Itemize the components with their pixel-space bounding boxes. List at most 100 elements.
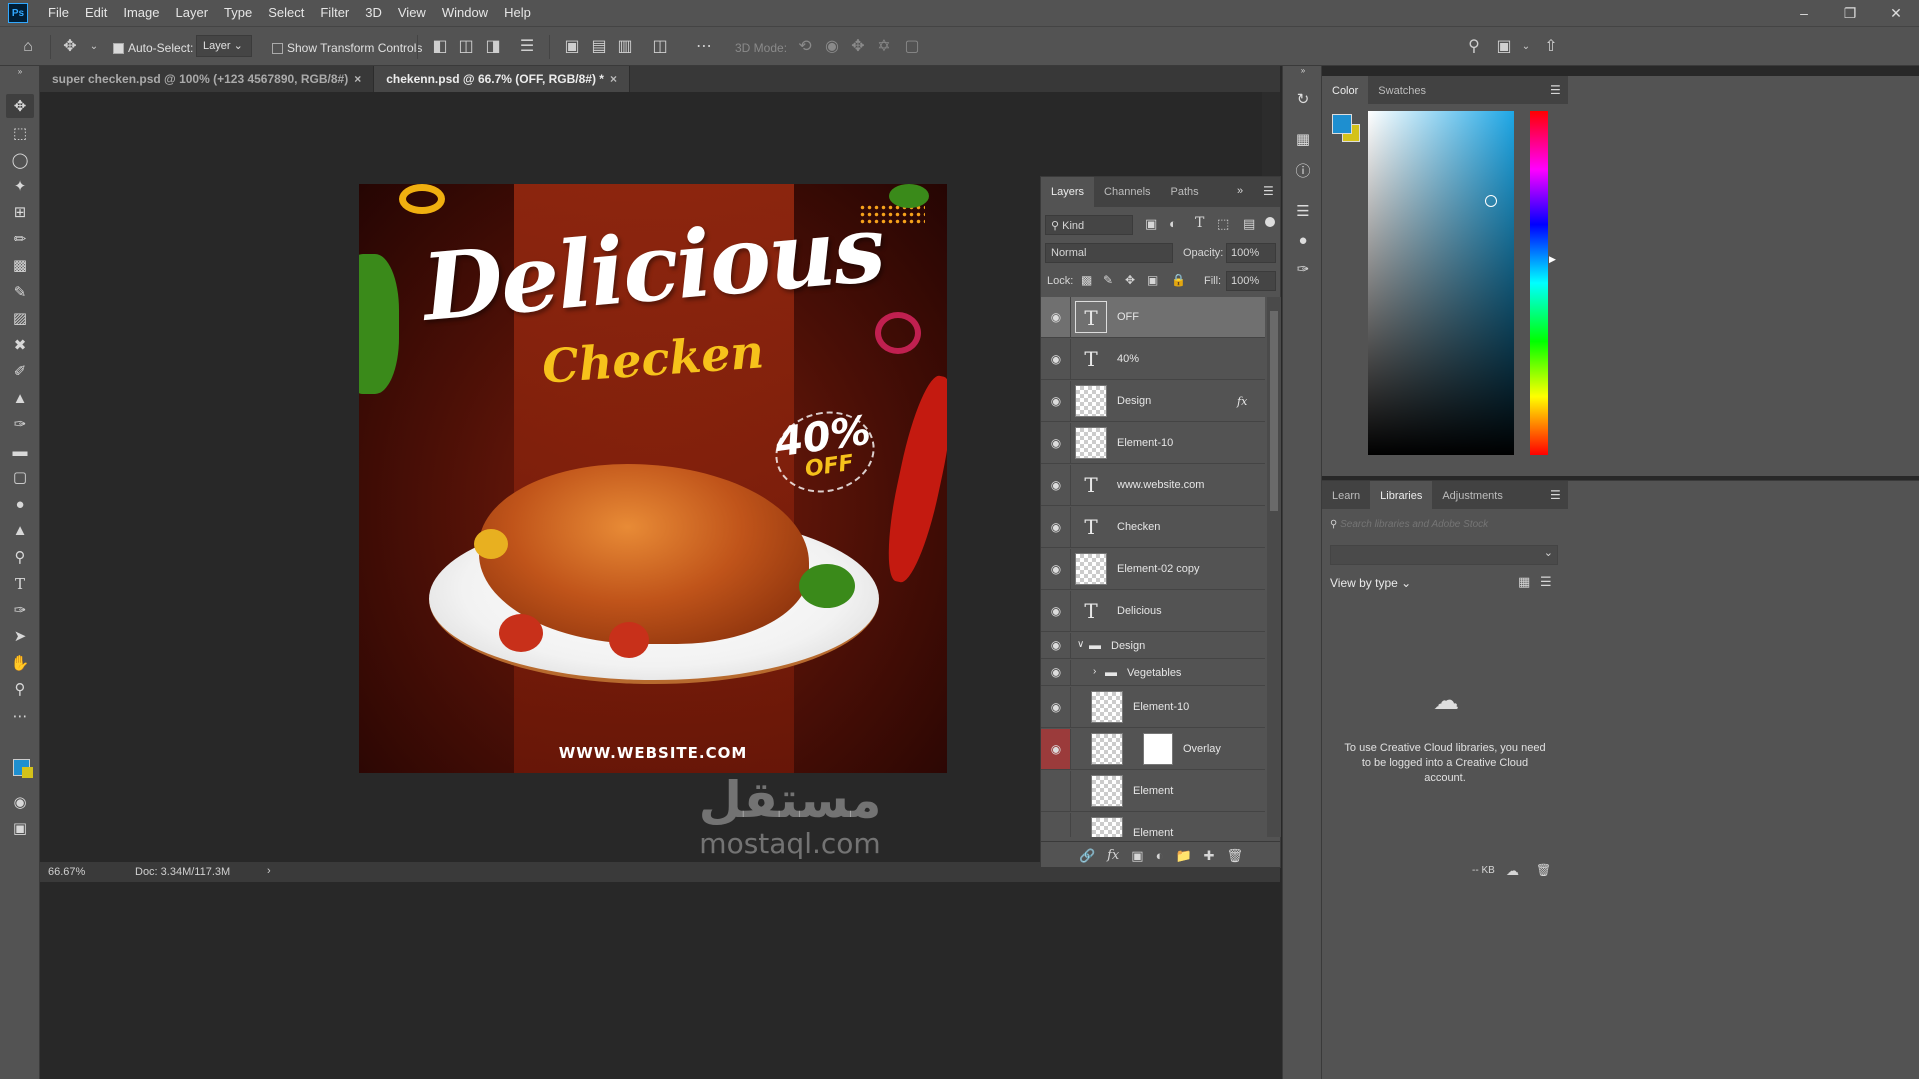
list-view-icon[interactable]: ☰: [1540, 574, 1552, 590]
channels-icon[interactable]: ●: [1293, 232, 1313, 252]
healing-brush-icon[interactable]: ▩: [6, 253, 34, 277]
libraries-menu-icon[interactable]: ☰: [1550, 488, 1561, 502]
visibility-toggle[interactable]: ◉: [1041, 339, 1071, 379]
3d-roll-icon[interactable]: ◉: [822, 37, 842, 57]
layer-row[interactable]: ◉ T 40%: [1041, 339, 1265, 380]
move-tool-icon[interactable]: ✥: [6, 94, 34, 118]
layer-row[interactable]: ◉ ∨ ▬ Design: [1041, 633, 1265, 659]
color-panel-menu-icon[interactable]: ☰: [1550, 83, 1561, 97]
type-tool-icon[interactable]: T: [6, 572, 34, 596]
search-icon[interactable]: ⚲: [1464, 37, 1484, 57]
distribute-vertical-icon[interactable]: ◫: [650, 37, 670, 57]
blend-mode-dropdown[interactable]: Normal: [1045, 243, 1173, 263]
info-icon[interactable]: ⓘ: [1293, 160, 1313, 180]
align-center-icon[interactable]: ◫: [456, 37, 476, 57]
fill-input[interactable]: 100%: [1226, 271, 1276, 291]
share-icon[interactable]: ⇧: [1541, 37, 1561, 57]
chevron-down-icon[interactable]: ⌄: [84, 37, 104, 57]
brush-icon[interactable]: ✐: [6, 359, 34, 383]
library-select-dropdown[interactable]: ⌄: [1330, 545, 1558, 565]
align-right-icon[interactable]: ◨: [483, 37, 503, 57]
path-selection-icon[interactable]: ➤: [6, 624, 34, 648]
close-tab-icon[interactable]: ×: [610, 72, 617, 86]
hue-slider[interactable]: [1530, 111, 1548, 455]
visibility-toggle[interactable]: ◉: [1041, 381, 1071, 421]
artwork-canvas[interactable]: Delicious Checken 40% OFF WWW.WEBSITE.CO…: [359, 184, 947, 773]
auto-select-checkbox[interactable]: Auto-Select:: [113, 41, 193, 55]
fx-icon[interactable]: fx: [1107, 848, 1119, 869]
menu-type[interactable]: Type: [216, 0, 260, 26]
history-icon[interactable]: ↻: [1293, 90, 1313, 110]
layer-row[interactable]: Element: [1041, 813, 1265, 837]
visibility-toggle[interactable]: ◉: [1041, 297, 1071, 337]
tab-paths[interactable]: Paths: [1161, 177, 1209, 207]
lasso-tool-icon[interactable]: ◯: [6, 148, 34, 172]
auto-select-target-dropdown[interactable]: Layer ⌄: [196, 35, 252, 57]
layer-row[interactable]: ◉ › ▬ Vegetables: [1041, 660, 1265, 686]
hue-slider-marker-icon[interactable]: ▶: [1549, 254, 1556, 265]
lock-image-icon[interactable]: ✎: [1103, 273, 1113, 287]
new-layer-icon[interactable]: ✚: [1204, 848, 1215, 869]
menu-edit[interactable]: Edit: [77, 0, 115, 26]
layer-row[interactable]: ◉ T Checken: [1041, 507, 1265, 548]
history-brush-icon[interactable]: ✖: [6, 333, 34, 357]
visibility-toggle[interactable]: ◉: [1041, 660, 1071, 685]
layer-row[interactable]: ◉ T OFF: [1041, 297, 1265, 338]
align-middle-icon[interactable]: ▤: [589, 37, 609, 57]
menu-filter[interactable]: Filter: [312, 0, 357, 26]
3d-camera-icon[interactable]: ▢: [902, 37, 922, 57]
trash-icon[interactable]: 🗑: [1536, 863, 1551, 877]
collapse-icon[interactable]: »: [1293, 66, 1313, 86]
layers-icon[interactable]: ☰: [1293, 202, 1313, 222]
grid-view-icon[interactable]: ▦: [1518, 574, 1530, 590]
restore-button[interactable]: ❐: [1827, 0, 1873, 26]
layer-mask-thumbnail[interactable]: [1143, 733, 1173, 765]
view-by-type-dropdown[interactable]: View by type ⌄: [1330, 576, 1411, 590]
collapse-panel-icon[interactable]: »: [1237, 185, 1243, 197]
more-tools-icon[interactable]: ⋯: [6, 704, 34, 728]
lock-position-icon[interactable]: ✥: [1125, 273, 1135, 287]
distribute-icon[interactable]: ☰: [517, 37, 537, 57]
background-color-swatch[interactable]: [22, 767, 33, 778]
layer-row[interactable]: ◉ Element-02 copy: [1041, 549, 1265, 590]
paths-icon[interactable]: ✑: [1293, 260, 1313, 280]
blur-icon[interactable]: ●: [6, 492, 34, 516]
menu-layer[interactable]: Layer: [168, 0, 217, 26]
libraries-search[interactable]: ⚲: [1330, 519, 1560, 537]
visibility-toggle[interactable]: ◉: [1041, 729, 1071, 769]
visibility-toggle[interactable]: ◉: [1041, 549, 1071, 589]
link-layers-icon[interactable]: 🔗: [1079, 848, 1095, 869]
tab-learn[interactable]: Learn: [1322, 481, 1370, 509]
show-transform-checkbox[interactable]: Show Transform Controls: [272, 41, 422, 55]
layer-row[interactable]: ◉ Element-10: [1041, 423, 1265, 464]
pen-tool-icon[interactable]: ✑: [6, 598, 34, 622]
eyedropper-icon[interactable]: ✏: [6, 227, 34, 251]
home-icon[interactable]: ⌂: [18, 37, 38, 57]
layer-effects-icon[interactable]: fx: [1237, 381, 1247, 422]
minimize-button[interactable]: –: [1781, 0, 1827, 26]
visibility-toggle[interactable]: ◉: [1041, 633, 1071, 658]
3d-slide-icon[interactable]: ✡: [874, 37, 894, 57]
clone-stamp-icon[interactable]: ▨: [6, 306, 34, 330]
layer-row[interactable]: Element: [1041, 771, 1265, 812]
eraser-icon[interactable]: ▬: [6, 439, 34, 463]
layers-scrollbar[interactable]: [1267, 297, 1281, 837]
cloud-sync-icon[interactable]: ☁: [1506, 863, 1519, 879]
close-tab-icon[interactable]: ×: [354, 72, 361, 86]
adjustment-layer-icon[interactable]: ◐: [1156, 848, 1164, 869]
visibility-toggle[interactable]: ◉: [1041, 591, 1071, 631]
layer-row[interactable]: ◉ Overlay: [1041, 729, 1265, 770]
menu-window[interactable]: Window: [434, 0, 496, 26]
filter-type-icon[interactable]: T: [1195, 215, 1204, 231]
doc-tab-chekenn[interactable]: chekenn.psd @ 66.7% (OFF, RGB/8#) * ×: [374, 66, 630, 92]
quick-mask-icon[interactable]: ◉: [6, 790, 34, 814]
stamp-icon[interactable]: ▲: [6, 386, 34, 410]
chevron-down-icon[interactable]: ∨: [1077, 639, 1084, 650]
filter-kind-dropdown[interactable]: ⚲ Kind: [1045, 215, 1133, 235]
lock-all-icon[interactable]: 🔒: [1171, 273, 1186, 287]
art-history-icon[interactable]: ✑: [6, 412, 34, 436]
color-picker-handle[interactable]: [1485, 195, 1497, 207]
collapse-toolbar-icon[interactable]: »: [6, 66, 34, 76]
libraries-icon[interactable]: ▦: [1293, 130, 1313, 150]
tab-color[interactable]: Color: [1322, 76, 1369, 104]
